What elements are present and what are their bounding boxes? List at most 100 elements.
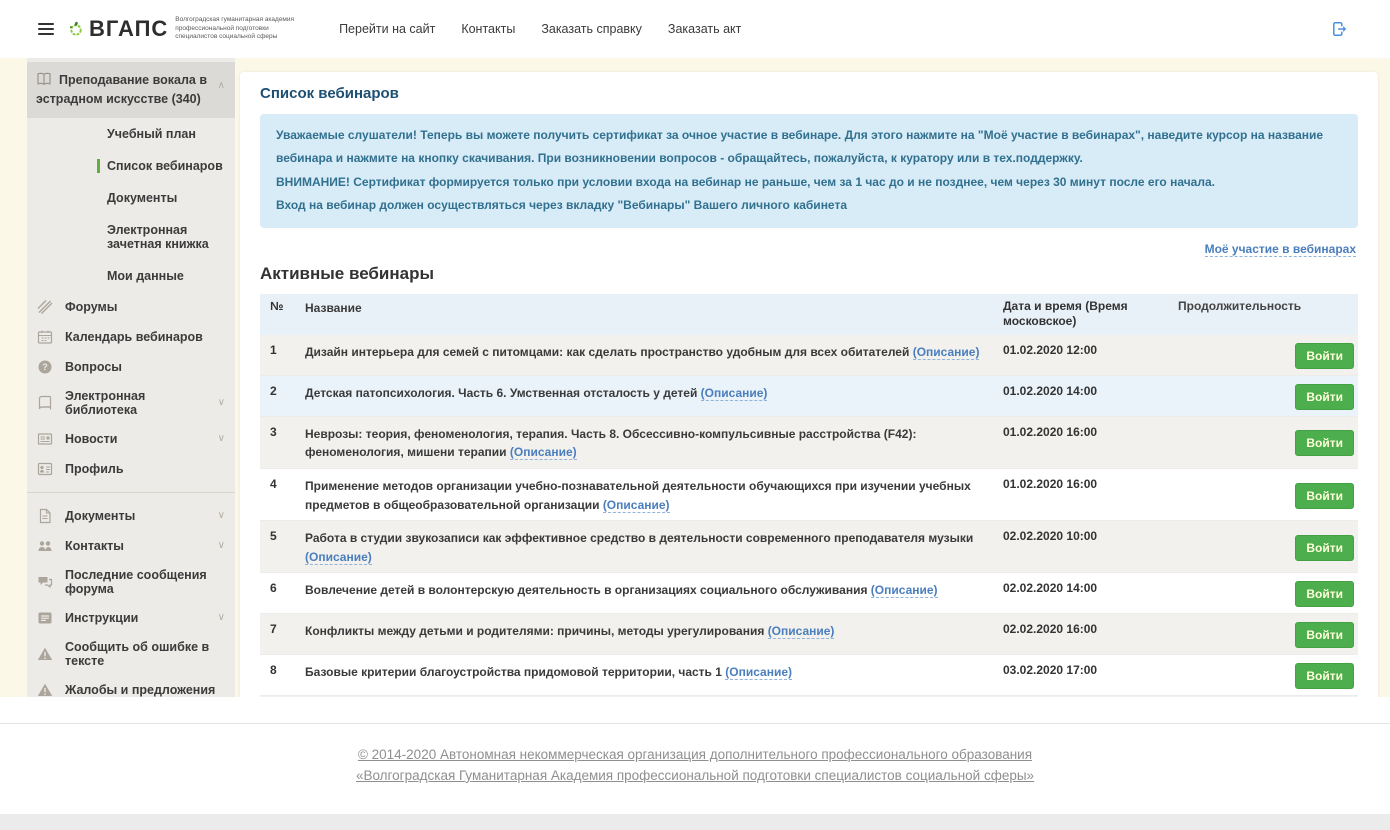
enter-webinar-button[interactable]: Войти xyxy=(1295,622,1354,648)
course-title: Преподавание вокала в эстрадном искусств… xyxy=(36,73,207,106)
sidebar-item-contacts[interactable]: Контакты ∨ xyxy=(27,531,235,561)
enter-webinar-button[interactable]: Войти xyxy=(1295,343,1354,369)
sidebar-item-elibrary[interactable]: Электронная библиотека ∨ xyxy=(27,382,235,424)
chevron-down-icon: ∨ xyxy=(218,510,225,521)
enter-webinar-button[interactable]: Войти xyxy=(1295,430,1354,456)
sidebar-item-documents[interactable]: Документы ∨ xyxy=(27,501,235,531)
webinar-title: Конфликты между детьми и родителями: при… xyxy=(305,624,764,638)
sidebar-item-questions[interactable]: ? Вопросы xyxy=(27,352,235,382)
webinar-name-cell: Базовые критерии благоустройства придомо… xyxy=(305,663,1003,689)
nav-link-order-certificate[interactable]: Заказать справку xyxy=(541,22,642,36)
sidebar-item-webinar-calendar[interactable]: Календарь вебинаров xyxy=(27,322,235,352)
enter-webinar-button[interactable]: Войти xyxy=(1295,535,1354,561)
webinar-duration xyxy=(1178,622,1296,648)
table-row: 3 Неврозы: теория, феноменология, терапи… xyxy=(260,417,1358,469)
logout-icon[interactable] xyxy=(1332,21,1348,37)
sidebar: Преподавание вокала в эстрадном искусств… xyxy=(27,58,235,697)
enter-webinar-button[interactable]: Войти xyxy=(1295,663,1354,689)
chevron-down-icon: ∨ xyxy=(218,612,225,623)
forum-icon xyxy=(37,299,53,315)
id-card-icon xyxy=(37,461,53,477)
webinar-duration xyxy=(1178,581,1296,607)
webinar-datetime: 03.02.2020 17:00 xyxy=(1003,663,1178,689)
webinar-duration xyxy=(1178,477,1296,514)
webinar-title: Вовлечение детей в волонтерскую деятельн… xyxy=(305,583,867,597)
webinar-duration xyxy=(1178,663,1296,689)
top-navigation: Перейти на сайт Контакты Заказать справк… xyxy=(339,22,741,36)
brand-tagline: Волгоградская гуманитарная академия проф… xyxy=(175,16,294,42)
top-header: ВГАПС Волгоградская гуманитарная академи… xyxy=(0,0,1390,58)
sidebar-item-study-plan[interactable]: Учебный план xyxy=(27,118,235,150)
enter-webinar-button[interactable]: Войти xyxy=(1295,483,1354,509)
my-participation-link[interactable]: Моё участие в вебинарах xyxy=(1205,242,1356,257)
nav-link-order-act[interactable]: Заказать акт xyxy=(668,22,741,36)
content-card: Список вебинаров Уважаемые слушатели! Те… xyxy=(240,72,1378,798)
notice-box: Уважаемые слушатели! Теперь вы можете по… xyxy=(260,114,1358,228)
svg-text:?: ? xyxy=(42,362,48,372)
row-number: 3 xyxy=(260,425,305,462)
header-num: № xyxy=(260,299,305,313)
header-name: Название xyxy=(305,299,1003,318)
webinar-name-cell: Детская патопсихология. Часть 6. Умствен… xyxy=(305,384,1003,410)
sidebar-item-gradebook[interactable]: Электронная зачетная книжка xyxy=(27,214,235,260)
row-number: 7 xyxy=(260,622,305,648)
row-number: 1 xyxy=(260,343,305,369)
description-link[interactable]: (Описание) xyxy=(510,445,577,460)
enter-webinar-button[interactable]: Войти xyxy=(1295,581,1354,607)
webinar-name-cell: Применение методов организации учебно-по… xyxy=(305,477,1003,514)
sidebar-item-forums[interactable]: Форумы xyxy=(27,292,235,322)
sidebar-item-complaints[interactable]: Жалобы и предложения xyxy=(27,675,235,698)
description-link[interactable]: (Описание) xyxy=(701,386,768,401)
webinar-datetime: 02.02.2020 14:00 xyxy=(1003,581,1178,607)
webinar-name-cell: Неврозы: теория, феноменология, терапия.… xyxy=(305,425,1003,462)
sidebar-item-news[interactable]: Новости ∨ xyxy=(27,424,235,454)
description-link[interactable]: (Описание) xyxy=(603,498,670,513)
notice-line: Вход на вебинар должен осуществляться че… xyxy=(276,194,1342,217)
table-row: 6 Вовлечение детей в волонтерскую деятел… xyxy=(260,573,1358,614)
webinar-duration xyxy=(1178,425,1296,462)
description-link[interactable]: (Описание) xyxy=(305,550,372,565)
row-number: 6 xyxy=(260,581,305,607)
sidebar-item-instructions[interactable]: Инструкции ∨ xyxy=(27,603,235,633)
notice-line: ВНИМАНИЕ! Сертификат формируется только … xyxy=(276,171,1342,194)
description-link[interactable]: (Описание) xyxy=(913,345,980,360)
calendar-icon xyxy=(37,329,53,345)
nav-link-goto-site[interactable]: Перейти на сайт xyxy=(339,22,435,36)
sidebar-item-report-text-error[interactable]: Сообщить об ошибке в тексте xyxy=(27,633,235,675)
description-link[interactable]: (Описание) xyxy=(725,665,792,680)
row-number: 5 xyxy=(260,529,305,566)
webinar-datetime: 02.02.2020 10:00 xyxy=(1003,529,1178,566)
footer-divider xyxy=(0,723,1390,724)
logo-emblem-icon xyxy=(68,21,84,37)
row-number: 8 xyxy=(260,663,305,689)
row-number: 2 xyxy=(260,384,305,410)
webinar-name-cell: Работа в студии звукозаписи как эффектив… xyxy=(305,529,1003,566)
sidebar-course-header[interactable]: Преподавание вокала в эстрадном искусств… xyxy=(27,62,235,118)
open-book-icon xyxy=(36,71,52,87)
comments-icon xyxy=(37,574,53,590)
header-duration: Продолжительность xyxy=(1178,299,1296,313)
sidebar-item-profile[interactable]: Профиль xyxy=(27,454,235,484)
page: ВГАПС Волгоградская гуманитарная академи… xyxy=(0,0,1390,830)
chevron-down-icon: ∨ xyxy=(218,433,225,444)
page-footer: © 2014-2020 Автономная некоммерческая ор… xyxy=(0,697,1390,830)
sidebar-item-documents-course[interactable]: Документы xyxy=(27,182,235,214)
warning-icon xyxy=(37,646,53,662)
webinar-datetime: 02.02.2020 16:00 xyxy=(1003,622,1178,648)
footer-link-line1[interactable]: © 2014-2020 Автономная некоммерческая ор… xyxy=(0,745,1390,766)
enter-webinar-button[interactable]: Войти xyxy=(1295,384,1354,410)
sidebar-item-my-data[interactable]: Мои данные xyxy=(27,260,235,292)
description-link[interactable]: (Описание) xyxy=(768,624,835,639)
footer-link-line2[interactable]: «Волгоградская Гуманитарная Академия про… xyxy=(0,766,1390,787)
page-title: Список вебинаров xyxy=(260,85,1358,102)
webinar-name-cell: Вовлечение детей в волонтерскую деятельн… xyxy=(305,581,1003,607)
bottom-strip xyxy=(0,814,1390,830)
row-number: 4 xyxy=(260,477,305,514)
sidebar-item-latest-forum-posts[interactable]: Последние сообщения форума xyxy=(27,561,235,603)
hamburger-menu-icon[interactable] xyxy=(38,20,54,38)
table-header: № Название Дата и время (Время московско… xyxy=(260,294,1358,335)
sidebar-item-webinar-list[interactable]: Список вебинаров xyxy=(27,150,235,182)
webinar-duration xyxy=(1178,343,1296,369)
nav-link-contacts[interactable]: Контакты xyxy=(461,22,515,36)
description-link[interactable]: (Описание) xyxy=(871,583,938,598)
